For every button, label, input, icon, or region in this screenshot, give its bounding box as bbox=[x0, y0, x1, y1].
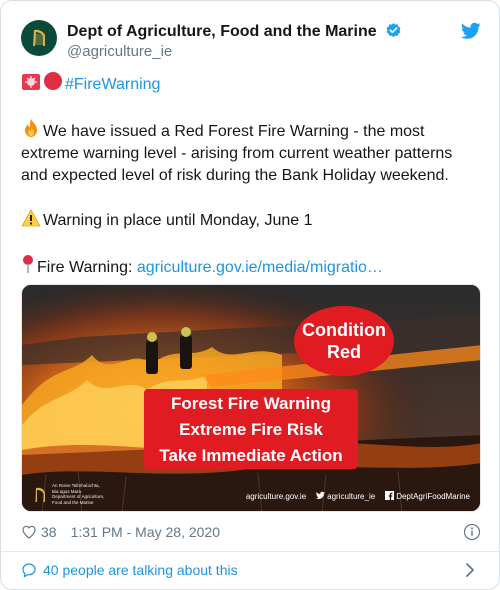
fire-warning-link[interactable]: agriculture.gov.ie/media/migratio… bbox=[137, 259, 383, 276]
department-logo-text: An Roinn Talmhaíochta, Bia agus Mara Dep… bbox=[52, 483, 105, 505]
conversation-link[interactable]: 40 people are talking about this bbox=[21, 559, 481, 581]
conversation-label[interactable]: 40 people are talking about this bbox=[43, 562, 238, 578]
paragraph-1: We have issued a Red Forest Fire Warning… bbox=[21, 118, 481, 187]
warning-icon bbox=[21, 209, 41, 227]
tweet-header: Dept of Agriculture, Food and the Marine… bbox=[21, 20, 481, 62]
warning-line-3: Take Immediate Action bbox=[159, 446, 343, 465]
image-footer: An Roinn Talmhaíochta, Bia agus Mara Dep… bbox=[22, 483, 480, 505]
red-circle-icon bbox=[44, 72, 62, 90]
tweet-image[interactable]: Condition Red Forest Fire Warning Extrem… bbox=[21, 284, 481, 512]
fire-icon bbox=[25, 119, 37, 137]
hashtag-link[interactable]: #FireWarning bbox=[65, 76, 160, 93]
verified-badge-icon bbox=[386, 23, 401, 38]
display-name[interactable]: Dept of Agriculture, Food and the Marine bbox=[67, 22, 377, 42]
image-footer-links: agriculture.gov.ie agriculture_ie DeptAg… bbox=[246, 491, 470, 501]
tweet-meta: 38 1:31 PM - May 28, 2020 bbox=[21, 521, 481, 543]
divider bbox=[1, 551, 499, 552]
twitter-mini-icon bbox=[316, 491, 326, 499]
account-handle[interactable]: @agriculture_ie bbox=[67, 42, 402, 61]
footer-site: agriculture.gov.ie bbox=[245, 491, 307, 501]
like-count[interactable]: 38 bbox=[41, 524, 57, 540]
paragraph-1-text: We have issued a Red Forest Fire Warning… bbox=[21, 123, 453, 184]
chevron-right-icon[interactable] bbox=[463, 562, 477, 578]
footer-twitter: agriculture_ie bbox=[316, 491, 375, 501]
twitter-bird-icon[interactable] bbox=[461, 22, 481, 40]
condition-line-2: Red bbox=[326, 342, 361, 362]
paragraph-2-text: Warning in place until Monday, June 1 bbox=[43, 212, 313, 229]
speech-bubble-icon bbox=[22, 563, 36, 578]
paragraph-3-label: Fire Warning: bbox=[37, 259, 137, 276]
warning-line-2: Extreme Fire Risk bbox=[179, 420, 323, 439]
hashtag-line: #FireWarning bbox=[21, 71, 481, 96]
warning-box: Forest Fire Warning Extreme Fire Risk Ta… bbox=[144, 389, 358, 469]
paragraph-3: Fire Warning: agriculture.gov.ie/media/m… bbox=[21, 254, 481, 279]
harp-logo-icon bbox=[35, 487, 45, 502]
condition-line-1: Condition bbox=[302, 320, 386, 340]
avatar[interactable] bbox=[21, 20, 57, 56]
round-pushpin-icon bbox=[23, 255, 33, 273]
info-icon[interactable] bbox=[463, 523, 481, 541]
account-name-block[interactable]: Dept of Agriculture, Food and the Marine… bbox=[67, 22, 402, 61]
heart-icon[interactable] bbox=[21, 524, 37, 540]
paragraph-2: Warning in place until Monday, June 1 bbox=[21, 209, 481, 232]
timestamp[interactable]: 1:31 PM - May 28, 2020 bbox=[71, 524, 220, 540]
harp-icon bbox=[33, 29, 45, 46]
tweet-text: #FireWarning We have issued a Red Forest… bbox=[21, 71, 481, 279]
siren-icon bbox=[22, 74, 40, 90]
facebook-mini-icon bbox=[385, 491, 395, 500]
condition-red-badge: Condition Red bbox=[294, 306, 394, 376]
tweet-card: Dept of Agriculture, Food and the Marine… bbox=[0, 0, 500, 590]
warning-line-1: Forest Fire Warning bbox=[171, 394, 331, 413]
footer-facebook: DeptAgriFoodMarine bbox=[385, 491, 470, 501]
